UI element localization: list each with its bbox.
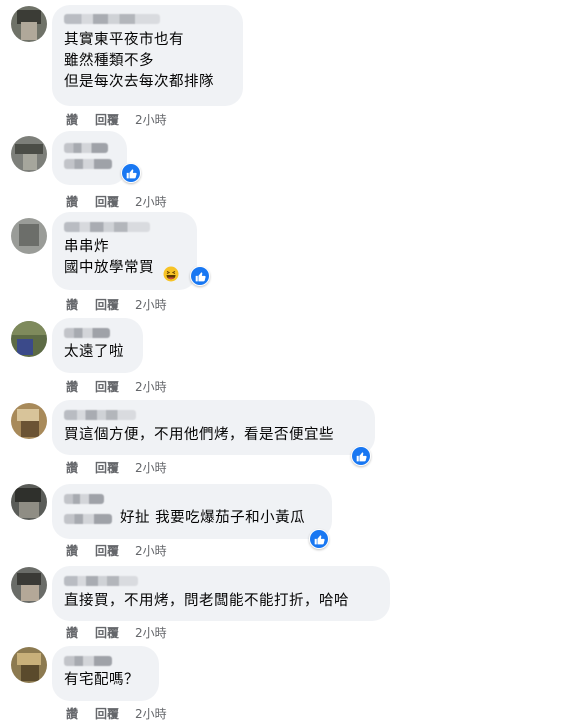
reply-link[interactable]: 回覆 bbox=[95, 378, 119, 395]
commenter-name[interactable] bbox=[64, 494, 104, 504]
commenter-name[interactable] bbox=[64, 14, 160, 24]
avatar[interactable] bbox=[11, 647, 47, 683]
comment-text: 其實東平夜市也有 雖然種類不多 但是每次去每次都排隊 bbox=[64, 32, 214, 90]
timestamp[interactable]: 2小時 bbox=[135, 459, 167, 476]
avatar[interactable] bbox=[11, 484, 47, 520]
timestamp[interactable]: 2小時 bbox=[135, 193, 167, 210]
commenter-name[interactable] bbox=[64, 222, 150, 232]
comment-bubble bbox=[52, 131, 127, 185]
like-link[interactable]: 讚 bbox=[66, 378, 78, 395]
like-reaction-badge[interactable] bbox=[309, 529, 329, 549]
commenter-name[interactable] bbox=[64, 410, 136, 420]
like-link[interactable]: 讚 bbox=[66, 459, 78, 476]
reply-link[interactable]: 回覆 bbox=[95, 296, 119, 313]
timestamp[interactable]: 2小時 bbox=[135, 705, 167, 722]
laugh-emoji bbox=[163, 266, 179, 282]
like-reaction-badge[interactable] bbox=[351, 446, 371, 466]
avatar[interactable] bbox=[11, 136, 47, 172]
thumbs-up-icon bbox=[314, 534, 325, 544]
avatar[interactable] bbox=[11, 403, 47, 439]
reply-link[interactable]: 回覆 bbox=[95, 459, 119, 476]
reply-link[interactable]: 回覆 bbox=[95, 705, 119, 722]
comment-text: 好扯 我要吃爆茄子和小黃瓜 bbox=[120, 510, 306, 526]
comment-text: 太遠了啦 bbox=[64, 344, 124, 360]
comment-bubble: 其實東平夜市也有 雖然種類不多 但是每次去每次都排隊 bbox=[52, 5, 243, 106]
blurred-text bbox=[64, 513, 112, 524]
avatar[interactable] bbox=[11, 567, 47, 603]
reply-link[interactable]: 回覆 bbox=[95, 542, 119, 559]
comment-bubble: 買這個方便，不用他們烤，看是否便宜些 bbox=[52, 400, 375, 455]
commenter-name[interactable] bbox=[64, 656, 112, 666]
commenter-name[interactable] bbox=[64, 143, 108, 153]
like-link[interactable]: 讚 bbox=[66, 193, 78, 210]
like-link[interactable]: 讚 bbox=[66, 542, 78, 559]
blurred-text bbox=[64, 159, 112, 169]
reply-link[interactable]: 回覆 bbox=[95, 624, 119, 641]
like-reaction-badge[interactable] bbox=[121, 163, 141, 183]
comment-text: 直接買，不用烤，問老闆能不能打折，哈哈 bbox=[64, 593, 349, 609]
comment-bubble: 好扯 我要吃爆茄子和小黃瓜 bbox=[52, 484, 332, 539]
avatar[interactable] bbox=[11, 218, 47, 254]
avatar[interactable] bbox=[11, 321, 47, 357]
like-link[interactable]: 讚 bbox=[66, 624, 78, 641]
like-link[interactable]: 讚 bbox=[66, 111, 78, 128]
comment-text: 有宅配嗎？ bbox=[64, 672, 139, 688]
like-link[interactable]: 讚 bbox=[66, 296, 78, 313]
timestamp[interactable]: 2小時 bbox=[135, 624, 167, 641]
timestamp[interactable]: 2小時 bbox=[135, 378, 167, 395]
comment-bubble: 直接買，不用烤，問老闆能不能打折，哈哈 bbox=[52, 566, 390, 621]
reply-link[interactable]: 回覆 bbox=[95, 193, 119, 210]
timestamp[interactable]: 2小時 bbox=[135, 296, 167, 313]
commenter-name[interactable] bbox=[64, 328, 110, 338]
comment-bubble: 有宅配嗎？ bbox=[52, 646, 159, 701]
reply-link[interactable]: 回覆 bbox=[95, 111, 119, 128]
comment-bubble: 太遠了啦 bbox=[52, 318, 143, 373]
avatar[interactable] bbox=[11, 6, 47, 42]
timestamp[interactable]: 2小時 bbox=[135, 111, 167, 128]
thumbs-up-icon bbox=[126, 168, 137, 178]
commenter-name[interactable] bbox=[64, 576, 138, 586]
thumbs-up-icon bbox=[356, 451, 367, 461]
thumbs-up-icon bbox=[195, 271, 206, 281]
timestamp[interactable]: 2小時 bbox=[135, 542, 167, 559]
like-reaction-badge[interactable] bbox=[190, 266, 210, 286]
comment-text: 買這個方便，不用他們烤，看是否便宜些 bbox=[64, 427, 334, 443]
like-link[interactable]: 讚 bbox=[66, 705, 78, 722]
